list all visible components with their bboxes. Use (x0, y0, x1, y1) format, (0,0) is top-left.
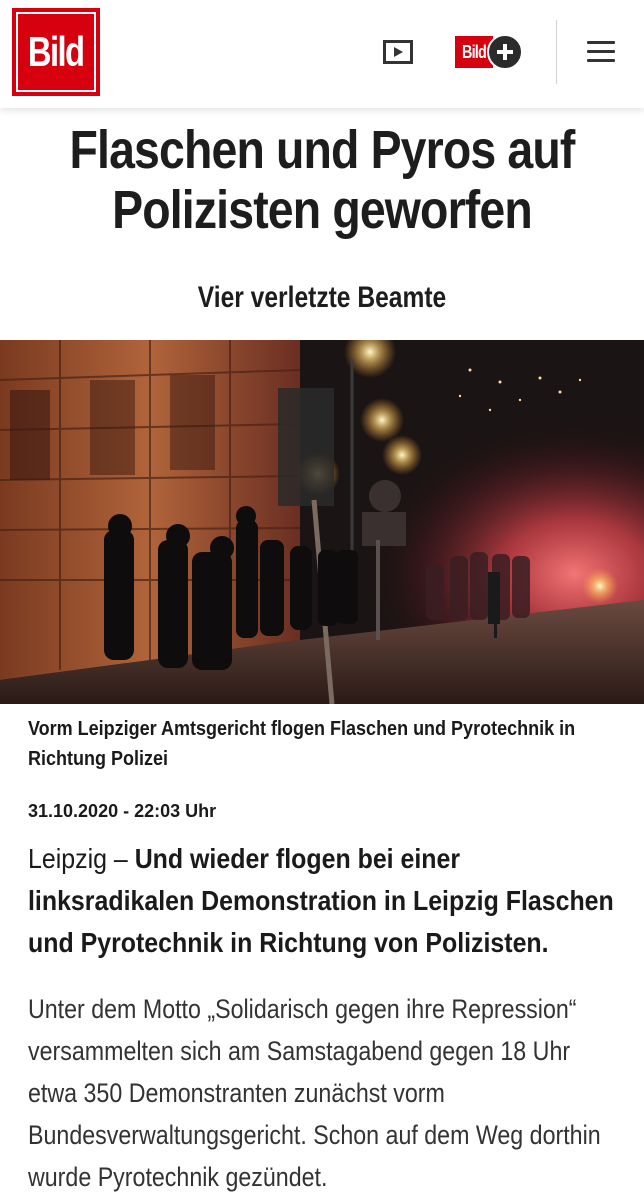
bildplus-text: Bild (462, 41, 487, 62)
article-date: 31.10.2020 - 22:03 Uhr (28, 801, 217, 821)
header-divider (556, 20, 557, 84)
article-subline: Vier verletzte Beamte (197, 281, 447, 314)
site-header: Bild Bild (0, 0, 644, 108)
plus-icon (487, 34, 523, 70)
hamburger-menu-icon[interactable] (587, 40, 615, 64)
article-photo[interactable] (0, 340, 644, 704)
logo-text: Bild (28, 28, 85, 75)
bild-logo[interactable]: Bild (12, 8, 100, 96)
article-body: Unter dem Motto „Solidarisch gegen ihre … (28, 994, 601, 1192)
bildplus-button[interactable]: Bild (455, 34, 523, 70)
article-lead: Leipzig – Und wieder flogen bei einer li… (28, 838, 615, 964)
lead-place: Leipzig – (28, 843, 135, 874)
photo-caption: Vorm Leipziger Amtsgericht flogen Flasch… (28, 718, 576, 770)
play-video-icon[interactable] (383, 40, 413, 64)
article-headline: Flaschen und Pyros auf Polizisten geworf… (69, 120, 576, 240)
